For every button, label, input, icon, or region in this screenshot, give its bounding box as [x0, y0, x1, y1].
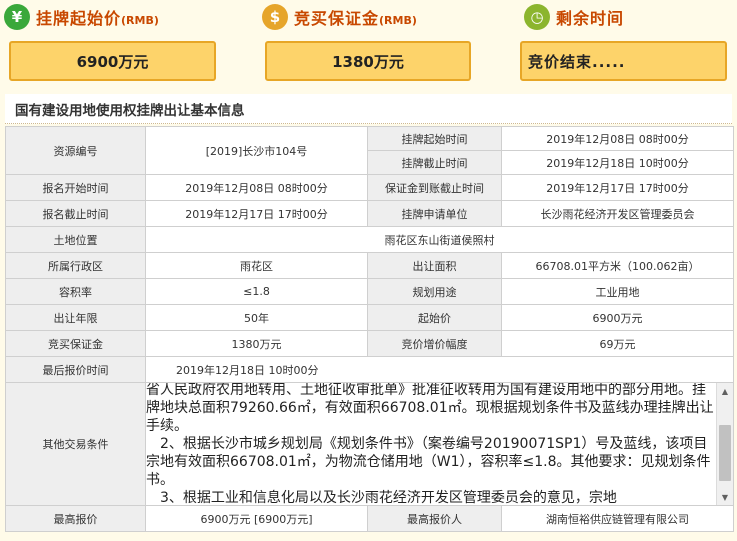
- other-conditions-box[interactable]: 省人民政府农用地转用、土地征收审批单》批准征收转用为国有建设用地中的部分用地。挂…: [145, 382, 734, 506]
- signup-start-value: 2019年12月08日 08时00分: [145, 174, 368, 201]
- location-value: 雨花区东山街道侯照村: [145, 226, 734, 253]
- time-left-value: 竞价结束.....: [520, 41, 727, 81]
- deposit-table-label: 竞买保证金: [5, 330, 146, 357]
- district-value: 雨花区: [145, 252, 368, 279]
- deposit-unit: (RMB): [379, 14, 417, 27]
- resource-no-value: [2019]长沙市104号: [145, 126, 368, 175]
- start-price-table-value: 6900万元: [501, 304, 734, 331]
- increment-label: 竞价增价幅度: [367, 330, 502, 357]
- highest-bid-label: 最高报价: [5, 505, 146, 532]
- far-label: 容积率: [5, 278, 146, 305]
- listing-start-label: 挂牌起始时间: [367, 126, 502, 151]
- listing-start-value: 2019年12月08日 08时00分: [501, 126, 734, 151]
- other-conditions-paragraph-3: 3、根据工业和信息化局以及长沙雨花经济开发区管理委员会的意见，宗地: [160, 490, 617, 505]
- start-price-label: 挂牌起始价: [36, 9, 122, 28]
- area-label: 出让面积: [367, 252, 502, 279]
- area-value: 66708.01平方米（100.062亩）: [501, 252, 734, 279]
- money-bag-icon: ¥: [4, 4, 30, 30]
- scroll-up-arrow-icon[interactable]: ▲: [717, 384, 733, 400]
- far-value: ≤1.8: [145, 278, 368, 305]
- deposit-deadline-value: 2019年12月17日 17时00分: [501, 174, 734, 201]
- signup-end-label: 报名截止时间: [5, 200, 146, 227]
- highest-bid-value: 6900万元 [6900万元]: [145, 505, 368, 532]
- applicant-label: 挂牌申请单位: [367, 200, 502, 227]
- deposit-table-value: 1380万元: [145, 330, 368, 357]
- location-label: 土地位置: [5, 226, 146, 253]
- last-bid-time-label: 最后报价时间: [5, 356, 146, 383]
- listing-end-label: 挂牌截止时间: [367, 150, 502, 175]
- summary-header: ¥ 挂牌起始价(RMB) $ 竞买保证金(RMB) ◷ 剩余时间 6900万元 …: [0, 0, 737, 90]
- start-price-header: ¥ 挂牌起始价(RMB): [4, 2, 159, 32]
- land-info-table: 资源编号 [2019]长沙市104号 挂牌起始时间 2019年12月08日 08…: [5, 126, 734, 532]
- start-price-unit: (RMB): [121, 14, 159, 27]
- usage-value: 工业用地: [501, 278, 734, 305]
- section-title: 国有建设用地使用权挂牌出让基本信息: [5, 94, 732, 124]
- time-left-label: 剩余时间: [556, 9, 625, 28]
- usage-label: 规划用途: [367, 278, 502, 305]
- resource-no-label: 资源编号: [5, 126, 146, 175]
- clock-icon: ◷: [524, 4, 550, 30]
- signup-start-label: 报名开始时间: [5, 174, 146, 201]
- scroll-down-arrow-icon[interactable]: ▼: [717, 489, 733, 505]
- deposit-label: 竞买保证金: [294, 9, 380, 28]
- other-conditions-paragraph-2: 2、根据长沙市城乡规划局《规划条件书》（案卷编号20190071SP1）号及蓝线…: [146, 436, 711, 488]
- time-left-header: ◷ 剩余时间: [524, 2, 624, 32]
- signup-end-value: 2019年12月17日 17时00分: [145, 200, 368, 227]
- start-price-value: 6900万元: [9, 41, 216, 81]
- listing-end-value: 2019年12月18日 10时00分: [501, 150, 734, 175]
- term-value: 50年: [145, 304, 368, 331]
- other-conditions-paragraph-1: 省人民政府农用地转用、土地征收审批单》批准征收转用为国有建设用地中的部分用地。挂…: [146, 383, 714, 435]
- applicant-value: 长沙雨花经济开发区管理委员会: [501, 200, 734, 227]
- deposit-header: $ 竞买保证金(RMB): [262, 2, 417, 32]
- coins-icon: $: [262, 4, 288, 30]
- increment-value: 69万元: [501, 330, 734, 357]
- deposit-value: 1380万元: [265, 41, 471, 81]
- other-conditions-text: 省人民政府农用地转用、土地征收审批单》批准征收转用为国有建设用地中的部分用地。挂…: [146, 383, 716, 505]
- deposit-deadline-label: 保证金到账截止时间: [367, 174, 502, 201]
- start-price-table-label: 起始价: [367, 304, 502, 331]
- highest-bidder-value: 湖南恒裕供应链管理有限公司: [501, 505, 734, 532]
- last-bid-time-value: 2019年12月18日 10时00分: [145, 356, 734, 383]
- vertical-scrollbar[interactable]: ▲ ▼: [716, 383, 733, 505]
- highest-bidder-label: 最高报价人: [367, 505, 502, 532]
- district-label: 所属行政区: [5, 252, 146, 279]
- other-conditions-label: 其他交易条件: [5, 382, 146, 506]
- scrollbar-thumb[interactable]: [719, 425, 731, 481]
- term-label: 出让年限: [5, 304, 146, 331]
